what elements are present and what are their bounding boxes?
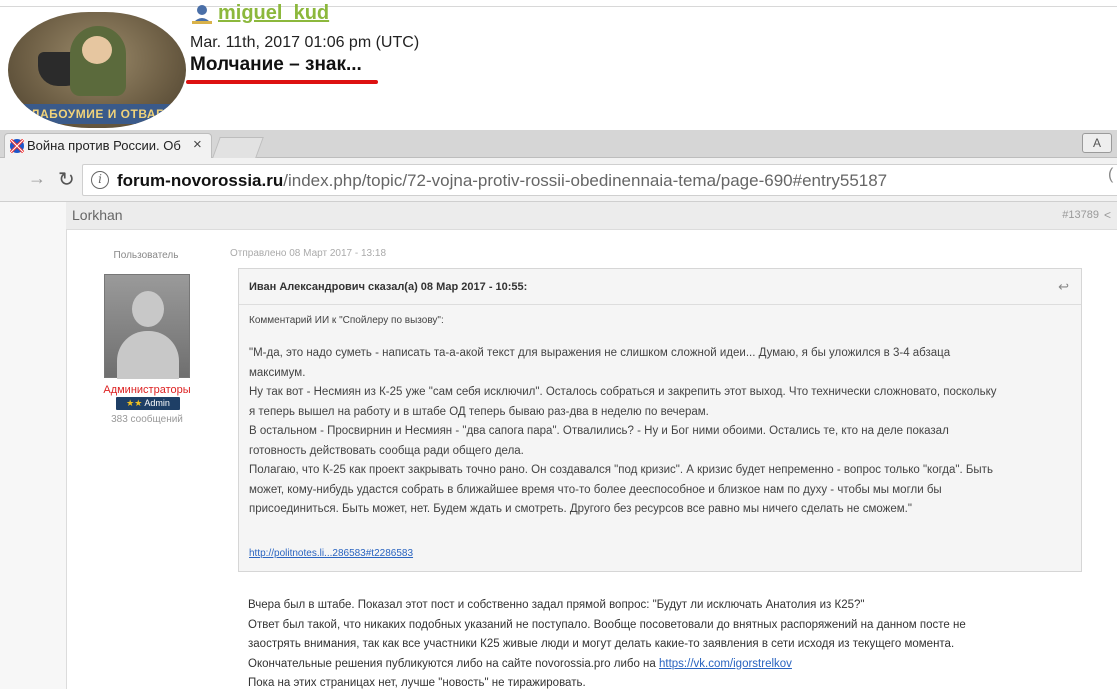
new-tab-button[interactable]: [212, 137, 264, 158]
userpic[interactable]: СЛАБОУМИЕ И ОТВАГА: [8, 12, 186, 128]
reply-line: заострять внимания, так как все участник…: [248, 638, 955, 650]
reply-text: Вчера был в штабе. Показал этот пост и с…: [248, 596, 1108, 689]
quote-line: максимум.: [249, 366, 306, 379]
browser-tab[interactable]: Война против России. Об ×: [4, 133, 212, 158]
userpic-face: [82, 36, 112, 64]
admin-badge: ★★ Admin: [116, 397, 180, 410]
quote-header: Иван Александрович сказал(а) 08 Мар 2017…: [239, 269, 1081, 305]
reply-line: Окончательные решения публикуются либо н…: [248, 655, 1108, 675]
username-link[interactable]: miguel_kud: [218, 2, 329, 25]
post-number[interactable]: #13789: [1062, 209, 1099, 221]
close-icon[interactable]: ×: [193, 136, 202, 153]
address-bar: → ↻ i forum-novorossia.ru/index.php/topi…: [0, 158, 1117, 202]
reply-line: Вчера был в штабе. Показал этот пост и с…: [248, 599, 865, 611]
post-author[interactable]: Lorkhan: [72, 207, 123, 223]
avatar-head: [132, 291, 164, 327]
user-info-panel: Пользователь Администраторы ★★ Admin 383…: [66, 230, 226, 689]
reply-line: Ответ был такой, что никаких подобных ук…: [248, 618, 966, 631]
url-domain: forum-novorossia.ru: [117, 171, 284, 190]
omnibox-edge-icon: (: [1108, 166, 1114, 183]
quote-source-link[interactable]: http://politnotes.li...286583#t2286583: [249, 548, 413, 559]
quote-line: готовность действовать сообща ради общег…: [249, 444, 524, 457]
reply-line-text: Окончательные решения публикуются либо н…: [248, 657, 659, 670]
sent-date: Отправлено 08 Март 2017 - 13:18: [230, 248, 387, 259]
info-icon[interactable]: i: [91, 171, 109, 189]
vk-link[interactable]: https://vk.com/igorstrelkov: [659, 658, 792, 670]
post-header-bar: Lorkhan #13789 <: [66, 202, 1117, 230]
forum-page: Lorkhan #13789 < Пользователь Администра…: [0, 202, 1117, 689]
quote-intro: Комментарий ИИ к "Спойлеру по вызову":: [249, 315, 444, 326]
url-input[interactable]: i forum-novorossia.ru/index.php/topic/72…: [82, 164, 1117, 196]
quote-line: я теперь вышел на работу и в штабе ОД те…: [249, 405, 709, 418]
quote-line: присоединиться. Быть может, нет. Будем ж…: [249, 503, 912, 515]
quote-body: Комментарий ИИ к "Спойлеру по вызову": "…: [249, 315, 1071, 520]
post-count: 383 сообщений: [111, 414, 183, 425]
quote-block: Иван Александрович сказал(а) 08 Мар 2017…: [238, 268, 1082, 572]
lj-post-header: СЛАБОУМИЕ И ОТВАГА miguel_kud Mar. 11th,…: [0, 0, 1117, 130]
share-icon[interactable]: <: [1104, 208, 1111, 222]
quote-line: Полагаю, что К-25 как проект закрывать т…: [249, 464, 993, 476]
tab-favicon-flag-icon: [10, 139, 24, 153]
avatar[interactable]: [104, 274, 190, 379]
url-path: /index.php/topic/72-vojna-protiv-rossii-…: [283, 171, 888, 190]
quote-line: "М-да, это надо суметь - написать та-а-а…: [249, 347, 951, 359]
quote-arrow-icon[interactable]: ↩: [1058, 279, 1069, 295]
user-role-label: Пользователь: [113, 250, 179, 261]
avatar-body: [117, 331, 179, 379]
quote-line: Ну так вот - Несмиян из К-25 уже "сам се…: [249, 386, 997, 398]
userpic-caption: СЛАБОУМИЕ И ОТВАГА: [14, 104, 180, 124]
quote-line: В остальном - Просвирнин и Несмиян - "дв…: [249, 425, 949, 437]
divider: [0, 6, 1117, 7]
user-group: Администраторы: [103, 384, 191, 396]
admin-badge-label: Admin: [144, 398, 170, 408]
star-icon: ★★: [126, 398, 143, 408]
browser-tab-bar: Война против России. Об × A: [0, 130, 1117, 158]
reply-line: Пока на этих страницах нет, лучше "новос…: [248, 677, 586, 689]
post-title: Молчание – знак...: [190, 54, 362, 75]
post-date: Mar. 11th, 2017 01:06 pm (UTC): [190, 34, 420, 51]
profile-button[interactable]: A: [1082, 133, 1112, 153]
reload-icon[interactable]: ↻: [58, 167, 75, 192]
quote-citation: Иван Александрович сказал(а) 08 Мар 2017…: [249, 281, 528, 293]
url-text[interactable]: forum-novorossia.ru/index.php/topic/72-v…: [117, 171, 887, 191]
title-underline: [186, 80, 378, 84]
user-icon[interactable]: [190, 4, 214, 24]
forward-icon[interactable]: →: [28, 168, 46, 189]
tab-title: Война против России. Об: [27, 138, 181, 153]
quote-line: может, кому-нибудь удастся собрать в бли…: [249, 483, 942, 496]
